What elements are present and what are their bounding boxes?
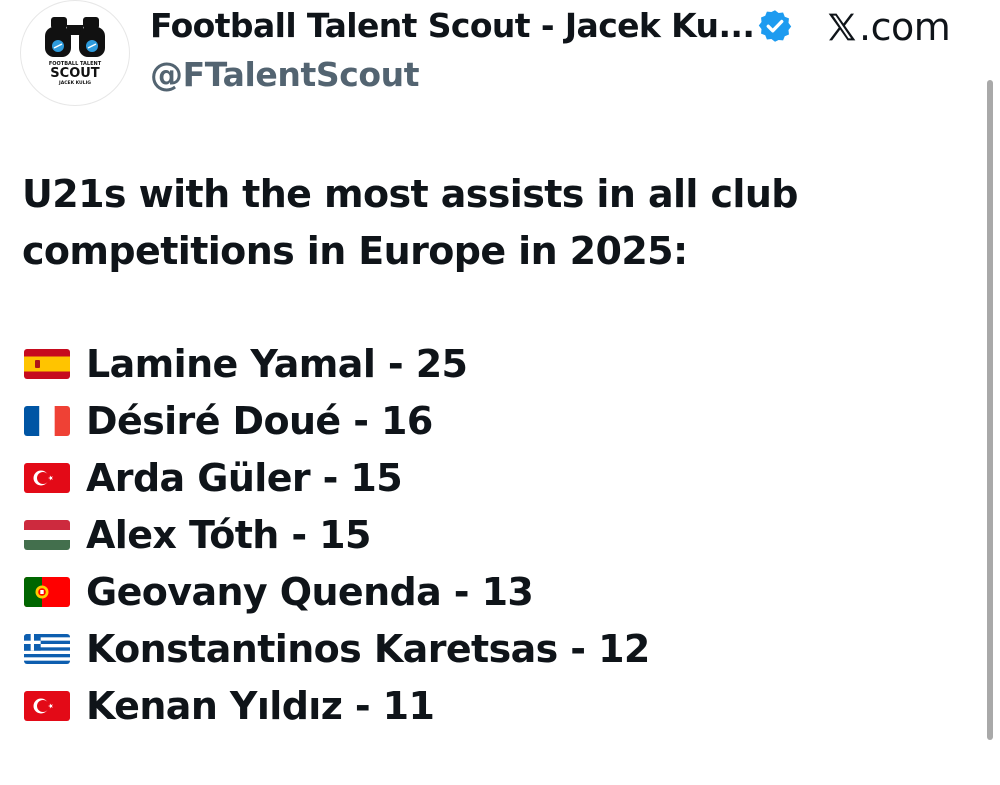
turkey-flag-icon	[24, 462, 70, 493]
player-entry: Alex Tóth - 15	[86, 512, 371, 557]
avatar[interactable]: FOOTBALL TALENT SCOUT JACEK KULIG	[20, 0, 130, 106]
list-item: Lamine Yamal - 25	[24, 335, 650, 392]
tweet-header: FOOTBALL TALENT SCOUT JACEK KULIG Footba…	[0, 0, 1000, 110]
player-entry: Lamine Yamal - 25	[86, 341, 468, 386]
greece-flag-icon	[24, 633, 70, 664]
verified-badge-icon	[758, 10, 792, 42]
source-label: .com	[826, 5, 951, 49]
list-item: Kenan Yıldız - 11	[24, 677, 650, 734]
x-logo-icon	[828, 13, 856, 41]
list-item: Konstantinos Karetsas - 12	[24, 620, 650, 677]
player-entry: Geovany Quenda - 13	[86, 569, 534, 614]
author-display-name[interactable]: Football Talent Scout - Jacek Ku...	[150, 6, 755, 45]
list-item: Désiré Doué - 16	[24, 392, 650, 449]
portugal-flag-icon	[24, 576, 70, 607]
tweet-text: U21s with the most assists in all club c…	[22, 166, 922, 280]
turkey-flag-icon	[24, 690, 70, 721]
hungary-flag-icon	[24, 519, 70, 550]
player-entry: Désiré Doué - 16	[86, 398, 433, 443]
scrollbar[interactable]	[987, 80, 993, 740]
player-entry: Konstantinos Karetsas - 12	[86, 626, 650, 671]
france-flag-icon	[24, 405, 70, 436]
author-handle[interactable]: @FTalentScout	[150, 55, 420, 94]
player-entry: Arda Güler - 15	[86, 455, 403, 500]
list-item: Geovany Quenda - 13	[24, 563, 650, 620]
source-domain: .com	[859, 5, 951, 49]
player-entry: Kenan Yıldız - 11	[86, 683, 435, 728]
binoculars-icon: FOOTBALL TALENT SCOUT JACEK KULIG	[45, 17, 105, 86]
logo-line3: JACEK KULIG	[58, 80, 91, 86]
list-item: Alex Tóth - 15	[24, 506, 650, 563]
spain-flag-icon	[24, 348, 70, 379]
logo-line2: SCOUT	[50, 66, 100, 81]
tweet-line-2: competitions in Europe in 2025:	[22, 229, 688, 273]
assist-list: Lamine Yamal - 25 Désiré Doué - 16 Arda …	[24, 335, 650, 734]
tweet-line-1: U21s with the most assists in all club	[22, 172, 798, 216]
list-item: Arda Güler - 15	[24, 449, 650, 506]
